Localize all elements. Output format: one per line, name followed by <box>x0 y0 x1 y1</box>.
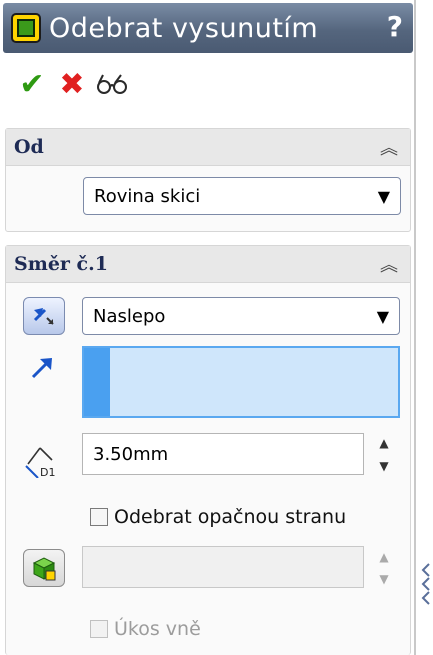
from-select-value: Rovina skici <box>94 185 201 207</box>
window-title: Odebrat vysunutím <box>49 12 319 44</box>
cut-extrude-icon <box>11 13 41 43</box>
from-group-header[interactable]: Od ︽ <box>6 129 410 166</box>
title-bar: Odebrat vysunutím ? <box>3 3 413 53</box>
from-select[interactable]: Rovina skici ▼ <box>83 177 401 215</box>
from-group-title: Od <box>14 136 44 158</box>
reverse-direction-button[interactable] <box>23 297 65 335</box>
help-button[interactable]: ? <box>387 10 403 43</box>
draft-outward-row: Úkos vně <box>90 618 201 640</box>
glasses-icon <box>97 74 127 94</box>
draft-outward-label: Úkos vně <box>114 618 201 640</box>
flip-side-checkbox[interactable] <box>90 508 108 526</box>
flip-side-label: Odebrat opačnou stranu <box>114 506 347 528</box>
spin-down-button[interactable]: ▼ <box>374 459 394 473</box>
draft-spin-up[interactable]: ▲ <box>374 550 394 564</box>
depth-value: 3.50mm <box>93 443 169 465</box>
draft-toggle-button[interactable] <box>23 549 65 587</box>
spin-up-button[interactable]: ▲ <box>374 436 394 450</box>
end-condition-select[interactable]: Naslepo ▼ <box>82 297 400 335</box>
panel-splitter-handle[interactable] <box>419 558 433 614</box>
direction-arrow-icon <box>31 358 52 379</box>
property-manager-panel: Odebrat vysunutím ? ✔ ✖ Od ︽ Rovina skic… <box>0 0 416 655</box>
collapse-icon[interactable]: ︽ <box>380 134 398 160</box>
detailed-preview-button[interactable] <box>92 66 132 102</box>
direction-group-title: Směr č.1 <box>14 253 108 275</box>
collapse-icon[interactable]: ︽ <box>380 251 398 277</box>
depth-input[interactable]: 3.50mm <box>82 433 364 475</box>
from-group: Od ︽ Rovina skici ▼ <box>5 128 411 232</box>
depth-icon-label: D1 <box>40 466 55 478</box>
reverse-direction-icon <box>33 308 54 325</box>
draft-angle-input[interactable] <box>82 546 364 588</box>
direction-group-header[interactable]: Směr č.1 ︽ <box>6 246 410 283</box>
draft-icon <box>32 557 56 581</box>
chevron-down-icon: ▼ <box>377 186 390 206</box>
draft-outward-checkbox[interactable] <box>90 620 108 638</box>
chevron-down-icon: ▼ <box>376 306 389 326</box>
check-icon: ✔ <box>19 66 45 102</box>
close-icon: ✖ <box>59 66 85 102</box>
action-toolbar: ✔ ✖ <box>12 66 132 102</box>
draft-spin-down[interactable]: ▼ <box>374 572 394 586</box>
ok-button[interactable]: ✔ <box>12 66 52 102</box>
flip-side-row: Odebrat opačnou stranu <box>90 506 346 528</box>
direction-reference-list[interactable] <box>82 346 400 418</box>
end-condition-value: Naslepo <box>93 305 166 327</box>
depth-dimension-icon: D1 <box>25 447 55 478</box>
selection-marker <box>84 348 110 416</box>
cancel-button[interactable]: ✖ <box>52 66 92 102</box>
